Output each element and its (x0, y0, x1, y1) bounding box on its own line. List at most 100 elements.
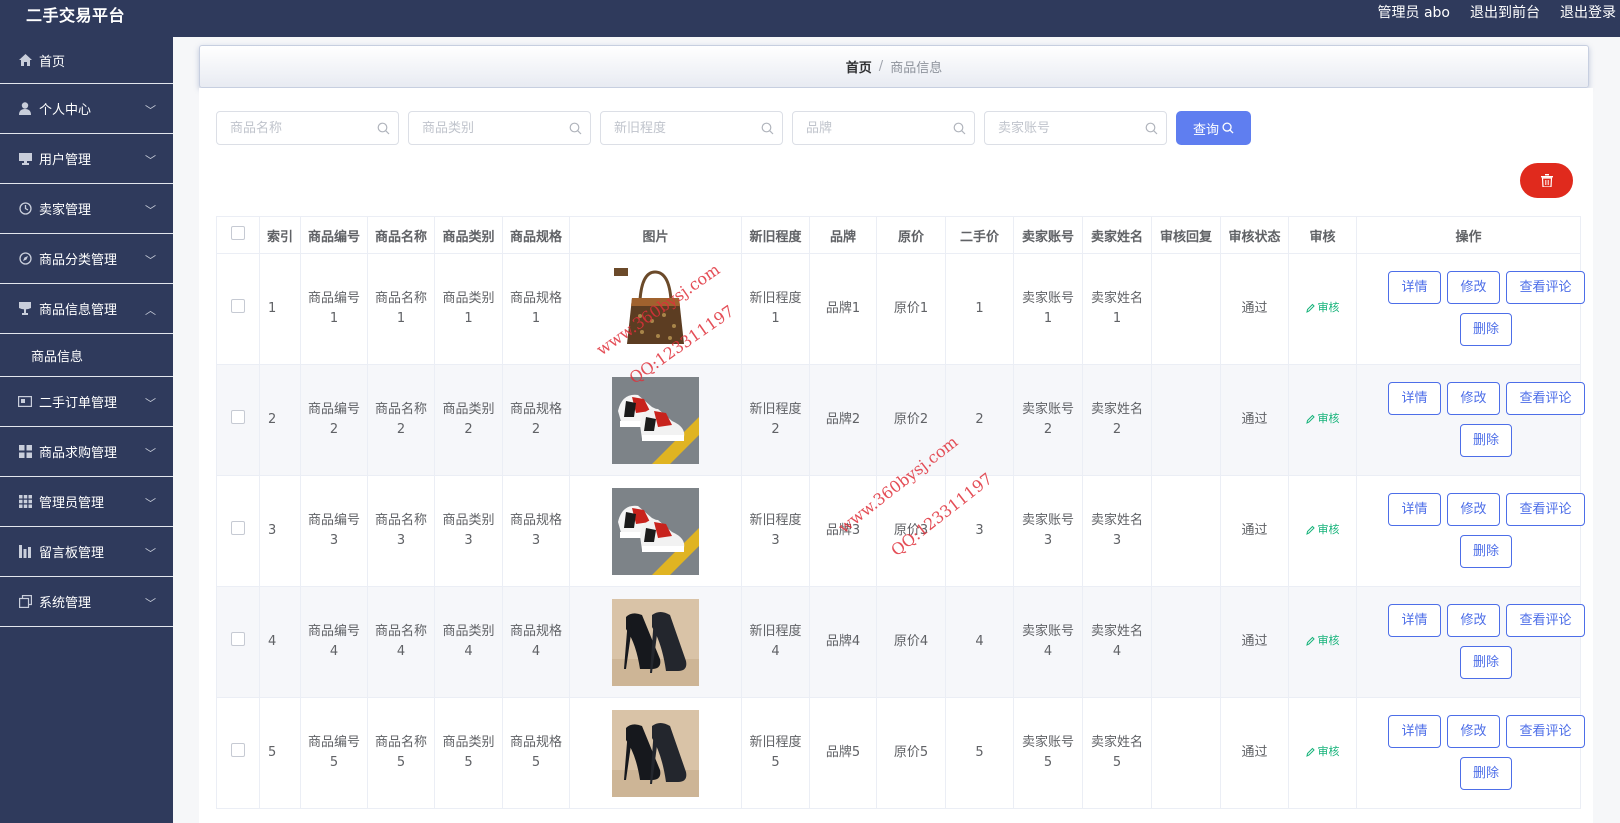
sidebar-item-order-management[interactable]: 二手订单管理 ﹀ (0, 377, 173, 427)
edit-pen-icon (1305, 636, 1315, 646)
cell-code: 商品编号 4 (300, 586, 368, 698)
seller-account-input[interactable] (985, 112, 1166, 144)
cell-seller-account: 卖家账号 4 (1013, 586, 1083, 698)
audit-link[interactable]: 审核 (1305, 631, 1340, 651)
brand-input[interactable] (793, 112, 974, 144)
cell-audit-status: 通过 (1220, 697, 1289, 809)
audit-link[interactable]: 审核 (1305, 298, 1340, 318)
cell-audit: 审核 (1288, 475, 1357, 587)
column-header: 原价 (876, 216, 946, 254)
cell-code: 商品编号 3 (300, 475, 368, 587)
cell-audit: 审核 (1288, 364, 1357, 476)
delete-button[interactable]: 删除 (1460, 535, 1512, 568)
view-comments-button[interactable]: 查看评论 (1506, 271, 1585, 304)
goods-category-search[interactable] (408, 111, 591, 145)
detail-button[interactable]: 详情 (1388, 604, 1441, 637)
audit-link[interactable]: 审核 (1305, 409, 1340, 429)
sidebar-item-message-board[interactable]: 留言板管理 ﹀ (0, 527, 173, 577)
delete-button[interactable]: 删除 (1460, 313, 1512, 346)
brand-search[interactable] (792, 111, 975, 145)
sidebar-item-home[interactable]: 首页 (0, 37, 173, 84)
row-select-cell[interactable] (216, 586, 260, 698)
sidebar-item-category-management[interactable]: 商品分类管理 ﹀ (0, 234, 173, 284)
delete-button[interactable]: 删除 (1460, 757, 1512, 790)
row-checkbox[interactable] (231, 520, 245, 535)
cell-seller-account: 卖家账号 2 (1013, 364, 1083, 476)
edit-button[interactable]: 修改 (1447, 382, 1500, 415)
product-image (612, 487, 699, 575)
cell-actions: 详情 修改 查看评论 删除 (1356, 697, 1585, 809)
query-button[interactable]: 查询 (1176, 111, 1251, 145)
condition-search[interactable] (600, 111, 783, 145)
product-image (612, 376, 699, 464)
goods-category-input[interactable] (409, 112, 590, 144)
card-icon (17, 394, 33, 410)
detail-button[interactable]: 详情 (1388, 271, 1441, 304)
admin-label[interactable]: 管理员 abo (1378, 2, 1450, 22)
detail-button[interactable]: 详情 (1388, 715, 1441, 748)
search-icon (761, 122, 774, 139)
cell-brand: 品牌2 (809, 364, 877, 476)
cell-index: 2 (259, 364, 301, 476)
cell-audit: 审核 (1288, 697, 1357, 809)
cell-seller-account: 卖家账号 3 (1013, 475, 1083, 587)
select-all-checkbox[interactable] (231, 226, 245, 240)
sidebar-subitem-goods-info[interactable]: 商品信息 (0, 334, 173, 377)
sidebar-item-user-management[interactable]: 用户管理 ﹀ (0, 134, 173, 184)
search-icon (1145, 122, 1158, 139)
sidebar-item-seller-management[interactable]: 卖家管理 ﹀ (0, 184, 173, 234)
delete-button[interactable]: 删除 (1460, 424, 1512, 457)
sidebar-item-purchase-management[interactable]: 商品求购管理 ﹀ (0, 427, 173, 477)
edit-button[interactable]: 修改 (1447, 715, 1500, 748)
logout-link[interactable]: 退出登录 (1560, 2, 1616, 22)
delete-button[interactable]: 删除 (1460, 646, 1512, 679)
seller-account-search[interactable] (984, 111, 1167, 145)
condition-input[interactable] (601, 112, 782, 144)
row-checkbox[interactable] (231, 409, 245, 424)
cell-code: 商品编号 5 (300, 697, 368, 809)
sidebar-item-label: 系统管理 (39, 596, 92, 611)
chevron-up-icon: ︿ (145, 304, 156, 317)
table-header-row: 索引 商品编号 商品名称 商品类别 商品规格 图片 新旧程度 品牌 原价 二手价… (216, 216, 1581, 254)
edit-button[interactable]: 修改 (1447, 271, 1500, 304)
audit-link[interactable]: 审核 (1305, 742, 1340, 762)
column-header: 商品类别 (434, 216, 503, 254)
goods-name-search[interactable] (216, 111, 399, 145)
detail-button[interactable]: 详情 (1388, 493, 1441, 526)
batch-delete-button[interactable] (1520, 163, 1573, 198)
detail-button[interactable]: 详情 (1388, 382, 1441, 415)
cell-actions: 详情 修改 查看评论 删除 (1356, 586, 1585, 698)
chevron-down-icon: ﹀ (145, 497, 156, 510)
cell-condition: 新旧程度 3 (741, 475, 810, 587)
row-select-cell[interactable] (216, 697, 260, 809)
back-to-front-link[interactable]: 退出到前台 (1470, 2, 1540, 22)
edit-button[interactable]: 修改 (1447, 493, 1500, 526)
cell-name: 商品名称 2 (367, 364, 435, 476)
sidebar-item-label: 商品信息管理 (39, 303, 118, 318)
row-checkbox[interactable] (231, 298, 245, 313)
row-select-cell[interactable] (216, 253, 260, 365)
sidebar-item-personal-center[interactable]: 个人中心 ﹀ (0, 84, 173, 134)
select-all-cell[interactable] (216, 216, 260, 254)
edit-button[interactable]: 修改 (1447, 604, 1500, 637)
cell-condition: 新旧程度 4 (741, 586, 810, 698)
row-checkbox[interactable] (231, 742, 245, 757)
cell-brand: 品牌1 (809, 253, 877, 365)
edit-pen-icon (1305, 525, 1315, 535)
view-comments-button[interactable]: 查看评论 (1506, 493, 1585, 526)
sidebar-item-goods-management[interactable]: 商品信息管理 ︿ (0, 284, 173, 334)
row-select-cell[interactable] (216, 475, 260, 587)
view-comments-button[interactable]: 查看评论 (1506, 382, 1585, 415)
sidebar-item-admin-management[interactable]: 管理员管理 ﹀ (0, 477, 173, 527)
cell-index: 5 (259, 697, 301, 809)
view-comments-button[interactable]: 查看评论 (1506, 604, 1585, 637)
row-select-cell[interactable] (216, 364, 260, 476)
view-comments-button[interactable]: 查看评论 (1506, 715, 1585, 748)
breadcrumb-home[interactable]: 首页 (846, 57, 872, 76)
cell-original-price: 原价5 (876, 697, 946, 809)
audit-link[interactable]: 审核 (1305, 520, 1340, 540)
sidebar-item-label: 商品分类管理 (39, 253, 118, 268)
sidebar-item-system-management[interactable]: 系统管理 ﹀ (0, 577, 173, 627)
row-checkbox[interactable] (231, 631, 245, 646)
goods-name-input[interactable] (217, 112, 398, 144)
